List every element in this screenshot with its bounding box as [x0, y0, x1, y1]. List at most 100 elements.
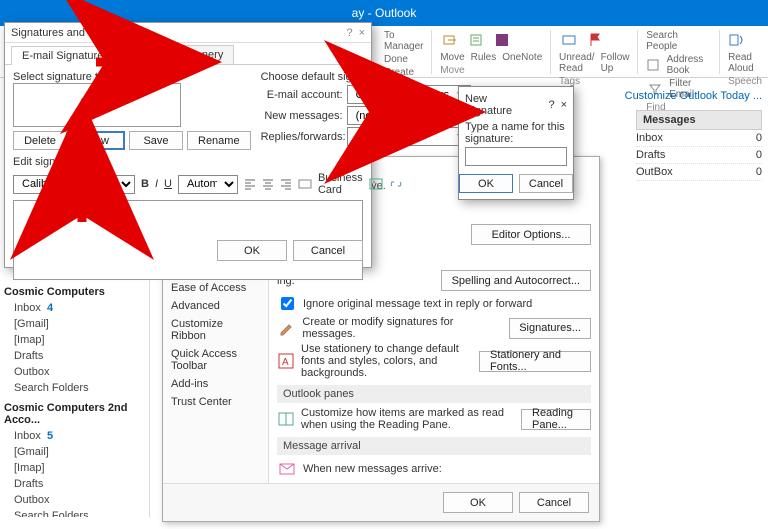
- choose-default-label: Choose default signature: [261, 71, 471, 83]
- align-right-icon[interactable]: [280, 174, 292, 194]
- followup-label: Follow Up: [601, 52, 630, 74]
- bold-button[interactable]: B: [141, 178, 149, 190]
- align-center-icon[interactable]: [262, 174, 274, 194]
- read-aloud-icon[interactable]: [728, 30, 748, 50]
- today-outbox-v: 0: [756, 166, 762, 178]
- nav-drafts-2[interactable]: Drafts: [4, 476, 145, 492]
- today-outbox-l[interactable]: OutBox: [636, 166, 673, 178]
- link-icon[interactable]: [389, 174, 403, 194]
- signature-name-input[interactable]: [465, 147, 567, 166]
- options-footer: OK Cancel: [163, 483, 599, 521]
- followup-icon[interactable]: [585, 30, 605, 50]
- account-2[interactable]: Cosmic Computers 2nd Acco...: [4, 402, 145, 426]
- popup-cancel-button[interactable]: Cancel: [519, 174, 573, 193]
- envelope-icon: [277, 459, 297, 479]
- popup-close-icon[interactable]: ×: [561, 99, 567, 111]
- onenote-icon[interactable]: [492, 30, 512, 50]
- close-icon[interactable]: ×: [359, 27, 365, 39]
- today-inbox-v: 0: [756, 132, 762, 144]
- app-title: Outlook: [375, 6, 416, 20]
- popup-ok-button[interactable]: OK: [459, 174, 513, 193]
- font-color-select[interactable]: Automatic: [178, 175, 238, 194]
- nav-gmail-1[interactable]: [Gmail]: [4, 316, 145, 332]
- nav-outbox-1[interactable]: Outbox: [4, 364, 145, 380]
- quickstep-to-manager[interactable]: To Manager: [384, 30, 423, 52]
- font-select[interactable]: Calibri (Body): [13, 175, 99, 194]
- quickstep-done[interactable]: Done: [384, 54, 408, 65]
- tab-personal-stationery[interactable]: Personal Stationery: [116, 45, 234, 64]
- business-card-icon[interactable]: [298, 174, 312, 194]
- onenote-label: OneNote: [502, 52, 542, 63]
- move-group: Move Rules OneNote Move: [440, 30, 542, 76]
- sig-dialog-title: Signatures and Stationery: [11, 27, 138, 39]
- opt-cat[interactable]: Quick Access Toolbar: [169, 345, 262, 375]
- underline-button[interactable]: U: [164, 178, 172, 190]
- image-icon[interactable]: [369, 174, 383, 194]
- italic-button[interactable]: I: [155, 178, 158, 190]
- speech-group: Read Aloud Speech: [728, 30, 762, 87]
- spelling-button[interactable]: Spelling and Autocorrect...: [441, 270, 591, 291]
- replies-select[interactable]: (none): [347, 127, 471, 146]
- messages-header: Messages: [636, 110, 762, 130]
- pen-icon: [277, 318, 296, 338]
- account-1[interactable]: Cosmic Computers: [4, 286, 145, 298]
- nav-imap-1[interactable]: [Imap]: [4, 332, 145, 348]
- rules-label: Rules: [471, 52, 497, 63]
- today-drafts-l[interactable]: Drafts: [636, 149, 665, 161]
- move-icon[interactable]: [440, 30, 460, 50]
- rules-icon[interactable]: [466, 30, 486, 50]
- unread-label: Unread/ Read: [559, 52, 595, 74]
- nav-drafts-1[interactable]: Drafts: [4, 348, 145, 364]
- search-people[interactable]: Search People: [646, 30, 711, 52]
- edit-signature-label: Edit signature: [13, 156, 363, 168]
- new-signature-popup: New Signature ? × Type a name for this s…: [458, 86, 574, 200]
- stat-row: Use stationery to change default fonts a…: [301, 343, 473, 379]
- nav-search-2[interactable]: Search Folders: [4, 508, 145, 517]
- nav-inbox-1[interactable]: Inbox 4: [4, 300, 145, 316]
- stationery-button[interactable]: Stationery and Fonts...: [479, 351, 591, 372]
- replies-label: Replies/forwards:: [261, 131, 343, 143]
- help-icon[interactable]: ?: [346, 27, 352, 39]
- panes-row: Customize how items are marked as read w…: [301, 407, 515, 431]
- nav-inbox-2[interactable]: Inbox 5: [4, 428, 145, 444]
- outlook-panes-hdr: Outlook panes: [277, 385, 591, 403]
- customize-today-link[interactable]: Customize Outlook Today ...: [625, 90, 762, 102]
- signature-list[interactable]: [13, 83, 181, 127]
- options-ok-button[interactable]: OK: [443, 492, 513, 513]
- business-card-label[interactable]: Business Card: [318, 172, 363, 196]
- new-messages-select[interactable]: (none): [347, 106, 471, 125]
- email-account-select[interactable]: Cosmic Computers: [347, 85, 471, 104]
- opt-cat[interactable]: Customize Ribbon: [169, 315, 262, 345]
- signatures-button[interactable]: Signatures...: [509, 318, 591, 339]
- tags-group: Unread/ Read Follow Up Tags: [559, 30, 629, 87]
- delete-button[interactable]: Delete: [13, 131, 67, 150]
- reading-pane-icon: [277, 409, 295, 429]
- ignore-original-checkbox[interactable]: [281, 297, 294, 310]
- unread-icon[interactable]: [559, 30, 579, 50]
- nav-search-1[interactable]: Search Folders: [4, 380, 145, 396]
- ignore-original-label: Ignore original message text in reply or…: [303, 298, 532, 310]
- sig-ok-button[interactable]: OK: [217, 240, 287, 261]
- address-book[interactable]: Address Book: [667, 54, 712, 76]
- opt-cat[interactable]: Add-ins: [169, 375, 262, 393]
- rename-button[interactable]: Rename: [187, 131, 251, 150]
- today-inbox-l[interactable]: Inbox: [636, 132, 663, 144]
- nav-outbox-2[interactable]: Outbox: [4, 492, 145, 508]
- nav-gmail-2[interactable]: [Gmail]: [4, 444, 145, 460]
- align-left-icon[interactable]: [244, 174, 256, 194]
- address-book-icon[interactable]: [646, 55, 660, 75]
- opt-cat[interactable]: Trust Center: [169, 393, 262, 411]
- today-drafts-v: 0: [756, 149, 762, 161]
- font-size-select[interactable]: [105, 175, 135, 194]
- nav-imap-2[interactable]: [Imap]: [4, 460, 145, 476]
- new-button[interactable]: New: [71, 131, 125, 150]
- tab-email-signature[interactable]: E-mail Signature: [11, 46, 114, 65]
- popup-help-icon[interactable]: ?: [548, 99, 554, 111]
- arrival-intro: When new messages arrive:: [303, 463, 442, 475]
- save-button[interactable]: Save: [129, 131, 183, 150]
- sig-cancel-button[interactable]: Cancel: [293, 240, 363, 261]
- reading-pane-button[interactable]: Reading Pane...: [521, 409, 591, 430]
- editor-options-button[interactable]: Editor Options...: [471, 224, 591, 245]
- opt-cat[interactable]: Advanced: [169, 297, 262, 315]
- options-cancel-button[interactable]: Cancel: [519, 492, 589, 513]
